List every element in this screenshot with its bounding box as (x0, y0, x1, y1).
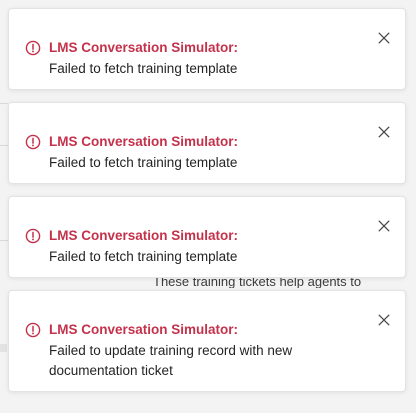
background-strip (0, 344, 7, 352)
close-button[interactable] (376, 218, 392, 234)
toast-message: Failed to fetch training template (49, 61, 238, 76)
background-divider (0, 240, 8, 241)
toast-title: LMS Conversation Simulator: (49, 322, 239, 337)
error-circle-icon (25, 134, 41, 150)
close-icon (378, 220, 390, 232)
toast-message: Failed to fetch training template (49, 249, 238, 264)
close-button[interactable] (376, 30, 392, 46)
close-button[interactable] (376, 124, 392, 140)
close-icon (378, 126, 390, 138)
toast-title: LMS Conversation Simulator: (49, 134, 239, 149)
error-circle-icon (25, 40, 41, 56)
toast-message: Failed to update training record with ne… (49, 343, 293, 378)
toast-title: LMS Conversation Simulator: (49, 40, 239, 55)
toast-notification: LMS Conversation Simulator: Failed to fe… (8, 102, 406, 184)
toast-notification: LMS Conversation Simulator: Failed to fe… (8, 8, 406, 90)
error-circle-icon (25, 228, 41, 244)
close-icon (378, 314, 390, 326)
background-divider (0, 103, 8, 104)
toast-notification: LMS Conversation Simulator: Failed to fe… (8, 196, 406, 278)
toast-title: LMS Conversation Simulator: (49, 228, 239, 243)
error-circle-icon (25, 322, 41, 338)
close-icon (378, 32, 390, 44)
toast-notification: LMS Conversation Simulator: Failed to up… (8, 290, 406, 392)
background-divider (0, 145, 8, 146)
toast-message: Failed to fetch training template (49, 155, 238, 170)
close-button[interactable] (376, 312, 392, 328)
